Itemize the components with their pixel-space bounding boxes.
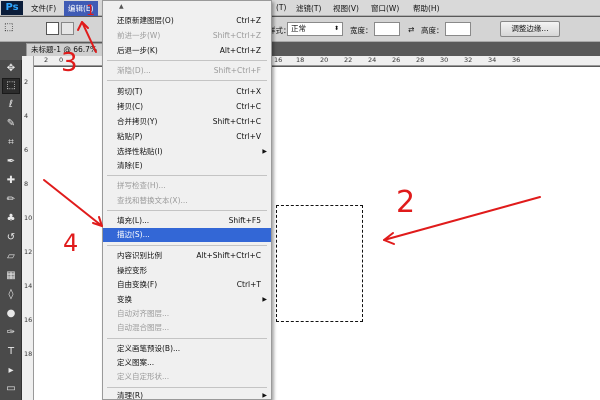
- annotation-arrow-4: [43, 179, 103, 227]
- annotation-arrow-1: [81, 21, 97, 53]
- annotation-number-3: 3: [61, 48, 78, 78]
- annotation-number-4: 4: [63, 229, 78, 257]
- annotation-number-1: 1: [86, 3, 95, 19]
- annotation-number-2: 2: [396, 185, 415, 220]
- tutorial-annotations: 1 2 3 4: [43, 3, 541, 257]
